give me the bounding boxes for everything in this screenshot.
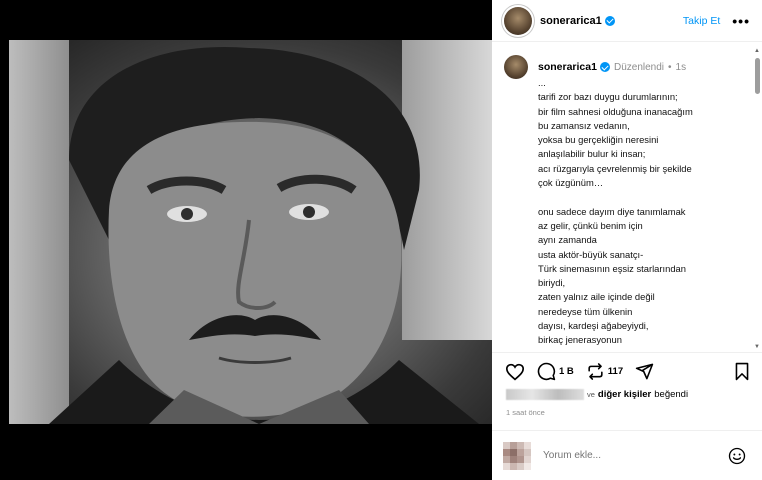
caption-line: çok üzgünüm… — [538, 177, 604, 189]
more-icon[interactable]: ••• — [732, 14, 750, 28]
caption-line: biriydi, — [538, 277, 566, 289]
repost-icon — [588, 363, 603, 380]
caption-line: acı rüzgarıyla çevrelenmiş bir şekilde — [538, 162, 692, 174]
post-side-panel: soneraricа1 Takip Et ••• soneraricа1 Düz… — [492, 0, 762, 480]
caption-username[interactable]: soneraricа1 — [538, 61, 597, 73]
likes-connector: ve — [587, 390, 595, 399]
post-header: soneraricа1 Takip Et ••• — [492, 0, 762, 42]
caption-line: tarifi zor bazı duygu durumlarının; — [538, 91, 678, 103]
pixelated-avatar — [503, 441, 531, 470]
caption-line: yoksa bu gerçekliğin neresini — [538, 134, 659, 146]
follow-button[interactable]: Takip Et — [683, 15, 720, 27]
caption-line: bu zamansız vedanın, — [538, 119, 630, 131]
caption-line: Türk sinemasının eşsiz starlarından — [538, 262, 686, 274]
scroll-up-arrow-icon[interactable]: ▲ — [754, 48, 760, 54]
media-pane — [0, 0, 492, 480]
comment-button[interactable]: 1 B — [537, 362, 574, 381]
caption-line: zaten yalnız aile içinde değil — [538, 291, 655, 303]
heart-icon — [505, 363, 525, 380]
other-likers-link[interactable]: diğer kişiler — [598, 389, 651, 400]
share-icon — [635, 363, 654, 380]
caption-line: az gelir, çünkü benim için — [538, 219, 643, 231]
caption-line: anlaşılabilir bulur ki insan; — [538, 148, 646, 160]
caption-time[interactable]: 1s — [676, 62, 687, 73]
repost-button[interactable]: 117 — [586, 362, 623, 381]
share-button[interactable] — [635, 362, 654, 381]
comment-bar — [492, 430, 762, 480]
caption-area: soneraricа1 Düzenlendi • 1s ... tarifi zo… — [492, 42, 762, 352]
author-avatar[interactable] — [504, 6, 532, 35]
caption-line: aynı zamanda — [538, 234, 597, 246]
verified-icon — [604, 15, 615, 26]
post-time-ago[interactable]: 1 saat önce — [506, 408, 545, 417]
post-photo[interactable] — [9, 40, 492, 424]
verified-icon — [599, 62, 610, 72]
caption-text: ... tarifi zor bazı duygu durumlarının; bi… — [538, 76, 748, 348]
emoji-icon[interactable] — [728, 447, 746, 465]
caption-line: birkaç jenerasyonun — [538, 334, 622, 346]
caption-avatar[interactable] — [504, 55, 528, 79]
caption-line: ... — [538, 77, 546, 88]
face-shape — [108, 121, 402, 417]
action-bar: 1 B 117 — [492, 352, 762, 390]
caption-line: onu sadece dayım diye tanımlamak — [538, 205, 686, 217]
caption-line: usta aktör-büyük sanatçı- — [538, 248, 644, 260]
bookmark-icon — [735, 362, 749, 381]
caption-line: neredeyse tüm ülkenin — [538, 305, 633, 317]
save-button[interactable] — [734, 362, 750, 381]
comments-count: 1 B — [559, 366, 574, 377]
edited-label: Düzenlendi — [613, 61, 665, 73]
comment-input[interactable] — [543, 450, 713, 461]
caption-line: dayısı, kardeşi ağabeyiydi, — [538, 320, 649, 332]
dot-separator: • — [668, 61, 672, 73]
reposts-count: 117 — [607, 366, 624, 377]
likes-summary: ve diğer kişiler beğendi — [506, 389, 688, 400]
scroll-thumb[interactable] — [755, 58, 760, 94]
like-button[interactable] — [505, 363, 525, 381]
author-username[interactable]: soneraricа1 — [540, 15, 602, 27]
caption-line: bir film sahnesi olduğuna inanacağım — [538, 105, 693, 117]
blurred-username — [506, 389, 584, 400]
liked-label: beğendi — [654, 389, 689, 400]
caption-line — [538, 190, 748, 204]
caption-scrollbar[interactable]: ▲ ▼ — [754, 48, 760, 350]
portrait-illustration — [49, 46, 479, 424]
comment-icon — [537, 362, 556, 381]
scroll-down-arrow-icon[interactable]: ▼ — [754, 344, 760, 350]
